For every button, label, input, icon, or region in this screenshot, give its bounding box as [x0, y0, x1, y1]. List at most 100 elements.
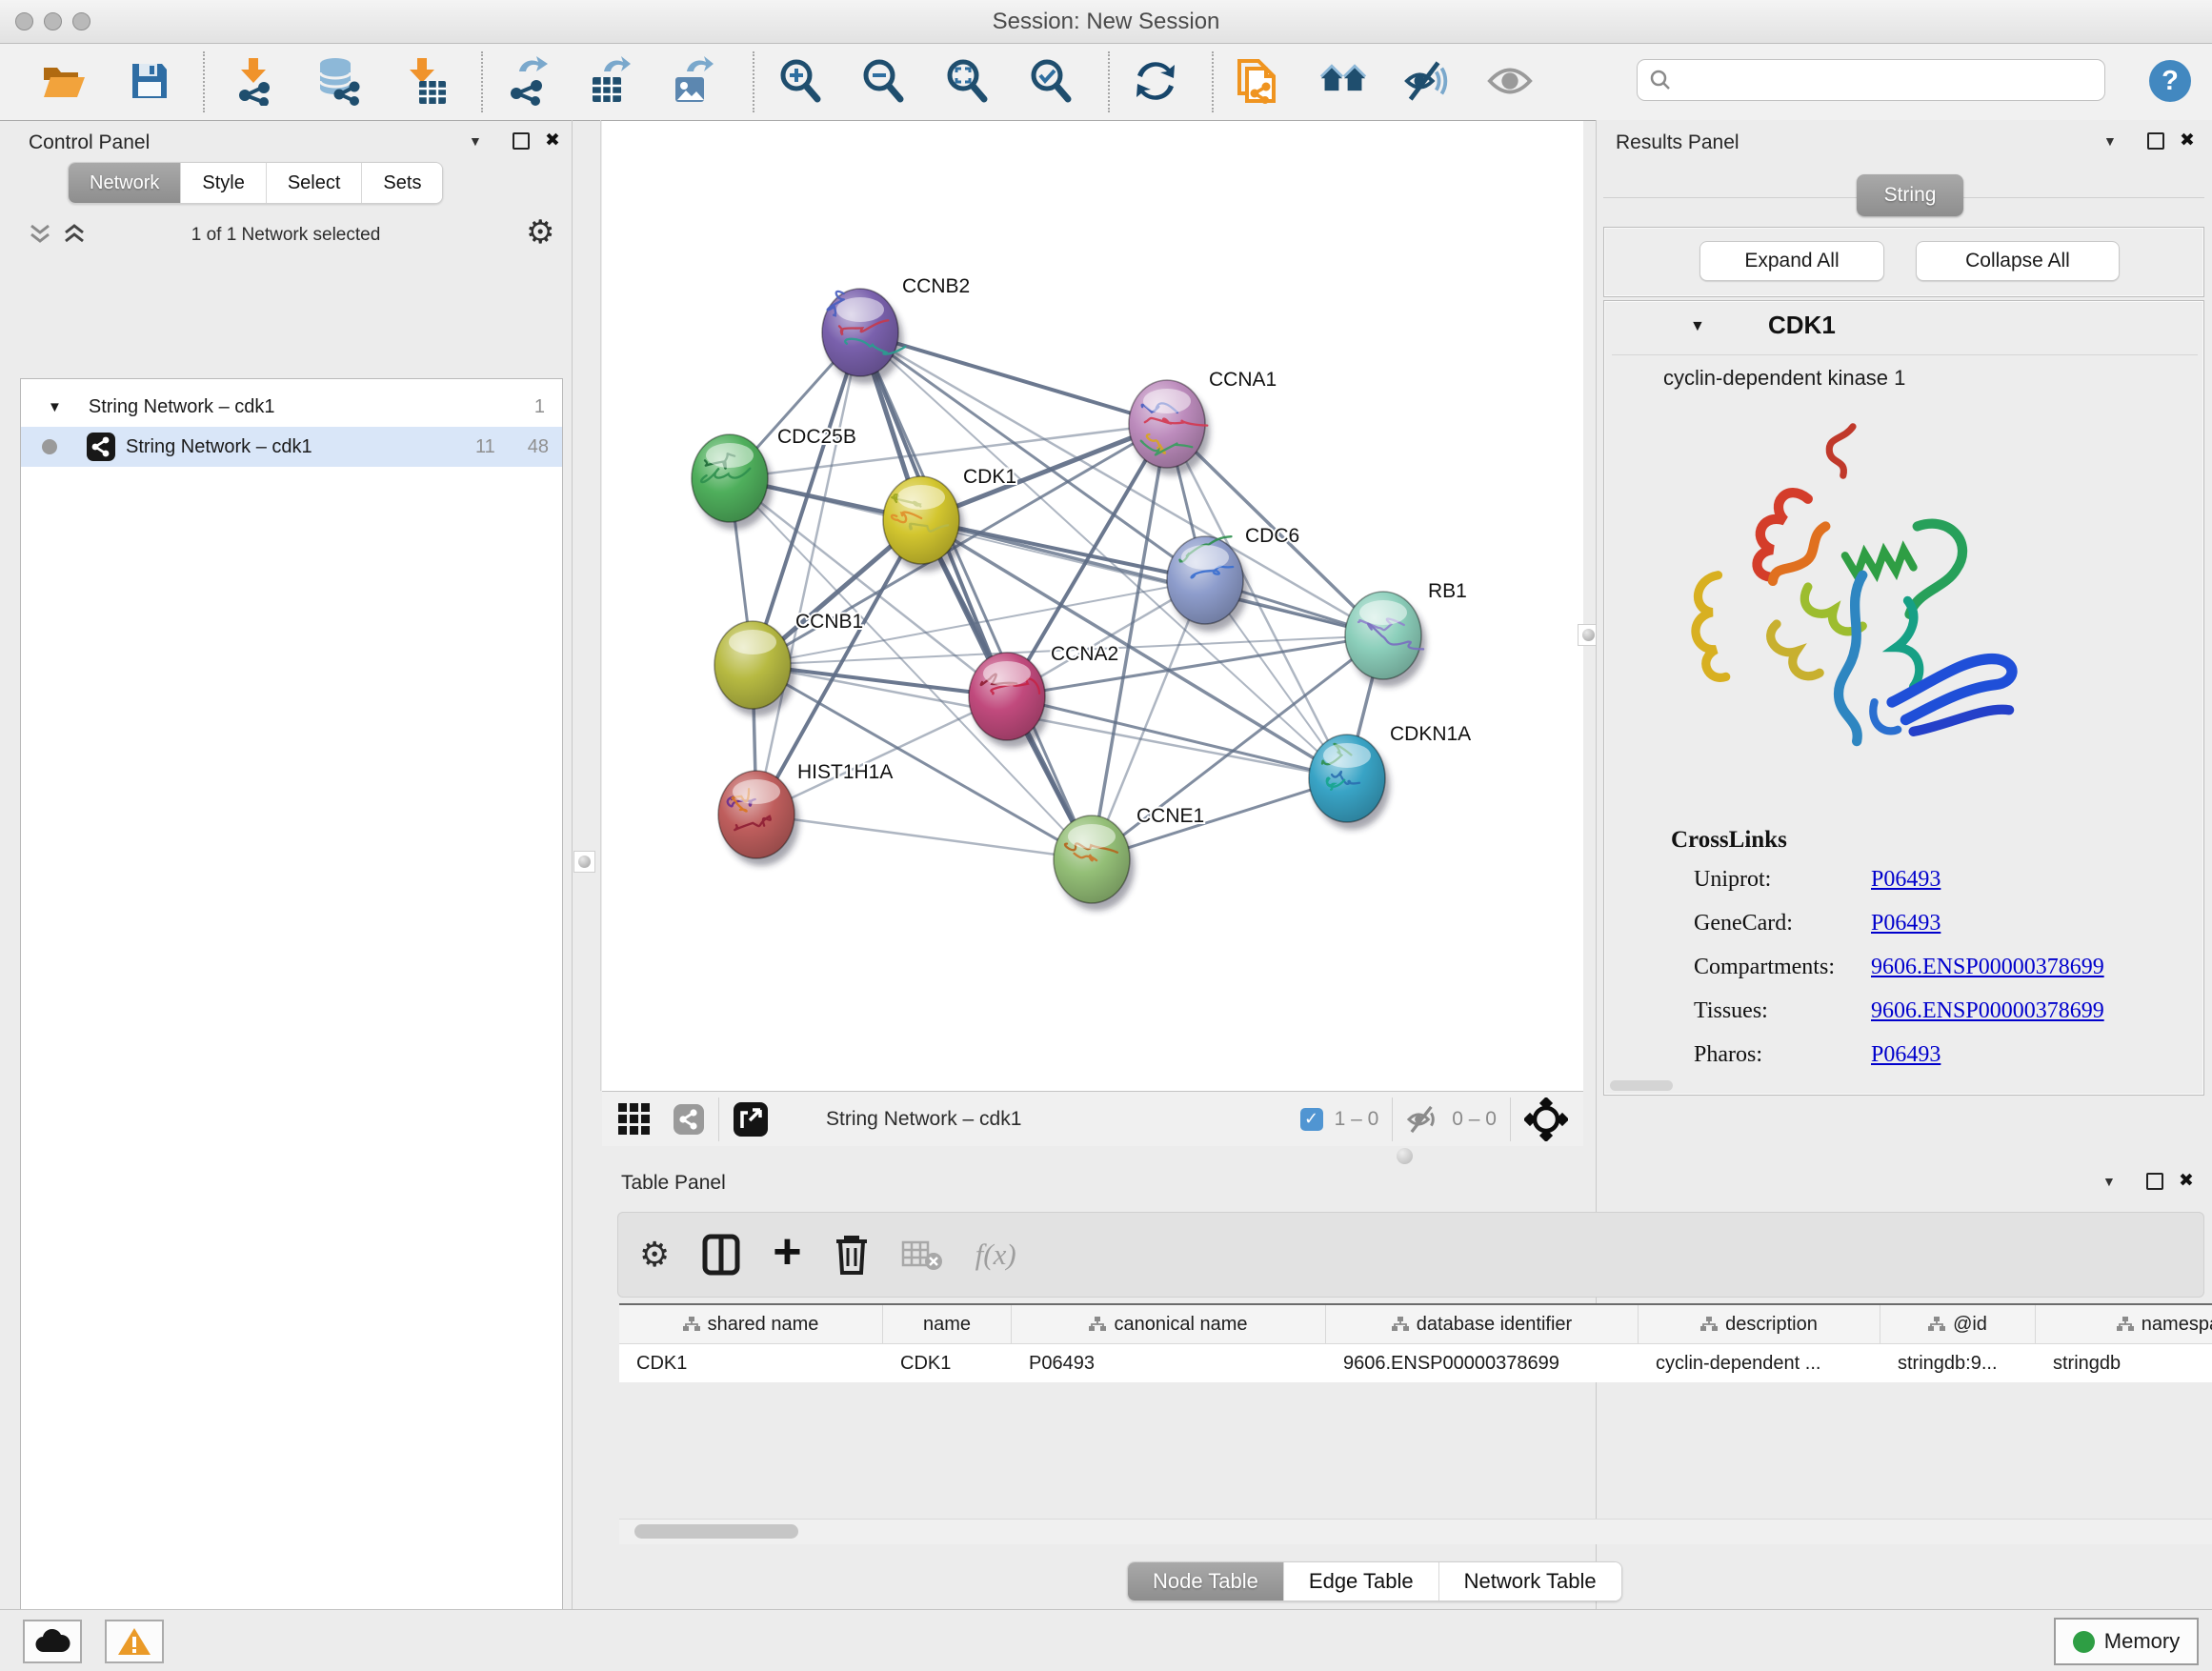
table-hscrollbar[interactable]: [619, 1519, 2212, 1544]
control-panel-float-button[interactable]: [513, 132, 530, 150]
edge[interactable]: [921, 520, 1383, 635]
save-session-icon[interactable]: [126, 57, 173, 105]
network-overview-icon[interactable]: [673, 1103, 705, 1136]
export-image-icon[interactable]: [667, 57, 714, 105]
detach-view-icon[interactable]: [733, 1101, 769, 1137]
node-CDKN1A[interactable]: CDKN1A: [1309, 723, 1471, 830]
import-network-from-database-icon[interactable]: [314, 57, 362, 105]
table-cell[interactable]: cyclin-dependent ...: [1639, 1344, 1880, 1382]
edge[interactable]: [756, 332, 860, 815]
fit-selected-icon[interactable]: [1524, 1097, 1568, 1141]
tab-node-table[interactable]: Node Table: [1128, 1562, 1283, 1601]
table-settings-gear-icon[interactable]: ⚙: [639, 1236, 670, 1275]
table-cell[interactable]: stringdb: [2036, 1344, 2212, 1382]
edge[interactable]: [860, 332, 1092, 859]
edge[interactable]: [756, 815, 1092, 859]
node-label: CDKN1A: [1390, 723, 1471, 745]
crosslink-genecard-link[interactable]: P06493: [1871, 911, 1941, 936]
tab-edge-table[interactable]: Edge Table: [1283, 1562, 1438, 1601]
table-panel-float-button[interactable]: [2146, 1173, 2163, 1190]
column-type-icon: [1928, 1317, 1945, 1332]
table-cell[interactable]: P06493: [1012, 1344, 1326, 1382]
export-network-icon[interactable]: [503, 57, 551, 105]
table-row[interactable]: CDK1CDK1P064939606.ENSP00000378699cyclin…: [619, 1344, 2212, 1382]
zoom-fit-icon[interactable]: [943, 57, 991, 105]
help-icon[interactable]: ?: [2149, 60, 2191, 102]
open-session-icon[interactable]: [40, 57, 88, 105]
column-header-name[interactable]: name: [883, 1305, 1012, 1343]
column-header-canonical-name[interactable]: canonical name: [1012, 1305, 1326, 1343]
column-header-shared-name[interactable]: shared name: [619, 1305, 883, 1343]
column-header--id[interactable]: @id: [1880, 1305, 2036, 1343]
table-cell[interactable]: CDK1: [619, 1344, 883, 1382]
node-CDC6[interactable]: CDC6: [1167, 525, 1299, 632]
results-hscrollbar-thumb[interactable]: [1610, 1080, 1673, 1091]
tab-sets[interactable]: Sets: [361, 163, 442, 203]
search-input[interactable]: [1637, 59, 2105, 101]
selected-nodes-checkbox[interactable]: ✓: [1300, 1108, 1323, 1131]
tab-network[interactable]: Network: [69, 163, 180, 203]
node-CDK1[interactable]: CDK1: [883, 466, 1016, 572]
expand-all-button[interactable]: Expand All: [1699, 241, 1884, 281]
table-cell[interactable]: stringdb:9...: [1880, 1344, 2036, 1382]
crosslink-compartments-link[interactable]: 9606.ENSP00000378699: [1871, 955, 2104, 980]
table-body: CDK1CDK1P064939606.ENSP00000378699cyclin…: [619, 1344, 2212, 1382]
show-columns-icon[interactable]: [702, 1234, 740, 1276]
import-table-icon[interactable]: [402, 57, 450, 105]
node-CCNB2[interactable]: CCNB2: [822, 275, 970, 384]
new-network-from-selection-icon[interactable]: [1235, 57, 1282, 105]
tab-string[interactable]: String: [1857, 174, 1963, 216]
protein-expander-icon[interactable]: ▼: [1690, 318, 1705, 335]
warning-button[interactable]: [105, 1620, 164, 1663]
node-CCNE1[interactable]: CCNE1: [1054, 805, 1204, 911]
crosslink-uniprot-link[interactable]: P06493: [1871, 867, 1941, 893]
memory-status-dot: [2073, 1631, 2095, 1653]
column-header-description[interactable]: description: [1639, 1305, 1880, 1343]
table-panel-close-button[interactable]: ✖: [2179, 1170, 2194, 1192]
zoom-in-icon[interactable]: [776, 57, 824, 105]
memory-button[interactable]: Memory: [2054, 1618, 2199, 1665]
show-all-icon[interactable]: [1486, 57, 1534, 105]
network-collection-row[interactable]: ▼ String Network – cdk1 1: [21, 387, 562, 427]
results-panel-float-button[interactable]: [2147, 132, 2164, 150]
column-header-namespace[interactable]: namespace: [2036, 1305, 2212, 1343]
toolbar-separator: [753, 51, 754, 112]
table-cell[interactable]: CDK1: [883, 1344, 1012, 1382]
node-RB1[interactable]: RB1: [1345, 580, 1467, 687]
control-panel-close-button[interactable]: ✖: [545, 130, 560, 151]
network-panel-gear-icon[interactable]: ⚙: [526, 213, 554, 252]
crosslink-pharos-link[interactable]: P06493: [1871, 1042, 1941, 1068]
refresh-icon[interactable]: [1132, 57, 1179, 105]
control-panel-menu-button[interactable]: ▼: [469, 133, 482, 149]
node-HIST1H1A[interactable]: HIST1H1A: [718, 761, 893, 866]
table-panel-menu-button[interactable]: ▼: [2102, 1174, 2116, 1189]
table-selector-tabbar: Node Table Edge Table Network Table: [1127, 1561, 1622, 1601]
results-panel-close-button[interactable]: ✖: [2180, 130, 2195, 151]
network-view-canvas[interactable]: CCNB2CCNA1CDC25BCDK1CDC6RB1CCNB1CCNA2CDK…: [602, 121, 1583, 1091]
table-cell[interactable]: 9606.ENSP00000378699: [1326, 1344, 1639, 1382]
crosslink-tissues-link[interactable]: 9606.ENSP00000378699: [1871, 998, 2104, 1024]
column-header-database-identifier[interactable]: database identifier: [1326, 1305, 1639, 1343]
import-network-icon[interactable]: [231, 57, 278, 105]
node-CCNA2[interactable]: CCNA2: [969, 643, 1118, 748]
hide-selected-icon[interactable]: [1403, 57, 1451, 105]
first-neighbors-icon[interactable]: [1319, 57, 1367, 105]
cloud-button[interactable]: [23, 1620, 82, 1663]
zoom-selected-icon[interactable]: [1027, 57, 1075, 105]
tab-network-table[interactable]: Network Table: [1438, 1562, 1621, 1601]
tab-select[interactable]: Select: [266, 163, 362, 203]
results-panel-menu-button[interactable]: ▼: [2103, 133, 2117, 149]
tab-style[interactable]: Style: [180, 163, 265, 203]
table-hscrollbar-thumb[interactable]: [634, 1524, 798, 1539]
create-column-icon[interactable]: +: [773, 1223, 801, 1280]
network-row[interactable]: String Network – cdk1 11 48: [21, 427, 562, 467]
export-table-icon[interactable]: [584, 57, 632, 105]
birds-eye-view-icon[interactable]: [617, 1102, 652, 1137]
zoom-out-icon[interactable]: [859, 57, 907, 105]
node-table: shared namenamecanonical namedatabase id…: [619, 1303, 2212, 1519]
collection-expander-icon[interactable]: ▼: [48, 399, 62, 415]
delete-columns-icon[interactable]: [835, 1234, 869, 1276]
edge[interactable]: [756, 696, 1007, 815]
collapse-all-button[interactable]: Collapse All: [1916, 241, 2120, 281]
left-splitter-handle[interactable]: [573, 851, 595, 873]
